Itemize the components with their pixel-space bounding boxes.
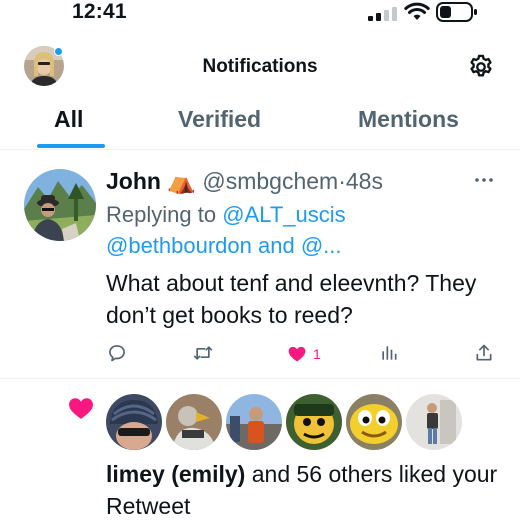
views-button[interactable] [379, 343, 399, 365]
heart-icon [69, 398, 93, 419]
reply-icon [109, 345, 125, 362]
liker-avatar[interactable] [226, 394, 282, 450]
tent-emoji-icon: ⛺ [167, 168, 196, 194]
notification-tabs: All Verified Mentions [0, 100, 520, 150]
wifi-icon [404, 2, 430, 20]
more-options-icon[interactable] [474, 177, 494, 183]
tweet-text: What about tenf and eleevnth? They don’t… [106, 270, 477, 328]
liker-avatar[interactable] [286, 394, 342, 450]
tweet-time: 48s [345, 168, 383, 194]
retweet-button[interactable] [193, 343, 213, 365]
reply-tweet[interactable]: John ⛺ @smbgchem·48s Replying to @ALT_us… [0, 155, 520, 379]
liker-avatar[interactable] [346, 394, 402, 450]
page-title: Notifications [202, 56, 318, 77]
author-name[interactable]: John [106, 168, 161, 194]
status-bar: 12:41 [0, 0, 520, 28]
status-time: 12:41 [72, 0, 127, 23]
share-button[interactable] [474, 343, 494, 365]
author-avatar[interactable] [24, 169, 96, 241]
tweet-actions: 1 [0, 343, 520, 367]
active-tab-indicator [37, 144, 105, 148]
battery-icon [436, 2, 477, 22]
liker-name[interactable]: limey (emily) [106, 461, 245, 487]
tweet-header: John ⛺ @smbgchem·48s [106, 168, 383, 195]
liker-avatar[interactable] [406, 394, 462, 450]
liker-avatar[interactable] [106, 394, 162, 450]
retweet-icon [193, 346, 213, 360]
author-handle[interactable]: @smbgchem [202, 168, 338, 194]
liker-avatar[interactable] [166, 394, 222, 450]
tab-mentions[interactable]: Mentions [358, 106, 459, 133]
replying-to-label: Replying to [106, 202, 217, 227]
tab-all[interactable]: All [54, 106, 83, 133]
replying-to-more: @bethbourdon and @... [106, 231, 342, 261]
heart-filled-icon [288, 346, 306, 362]
replying-to: Replying to @ALT_uscis [106, 200, 346, 230]
views-icon [382, 346, 397, 360]
like-notification[interactable]: limey (emily) and 56 others liked your R… [0, 380, 520, 520]
gear-icon[interactable] [467, 53, 495, 81]
mention-link[interactable]: @ALT_uscis [222, 202, 345, 227]
tab-verified[interactable]: Verified [178, 106, 261, 133]
share-icon [476, 344, 492, 361]
unread-dot [54, 47, 63, 56]
like-button[interactable]: 1 [287, 343, 321, 365]
separator-dot: · [338, 168, 346, 194]
cellular-signal-icon [368, 7, 397, 21]
mention-link-more[interactable]: @bethbourdon and @... [106, 233, 342, 258]
like-count: 1 [313, 346, 321, 362]
like-notification-text: limey (emily) and 56 others liked your R… [106, 458, 506, 520]
reply-button[interactable] [107, 343, 127, 365]
